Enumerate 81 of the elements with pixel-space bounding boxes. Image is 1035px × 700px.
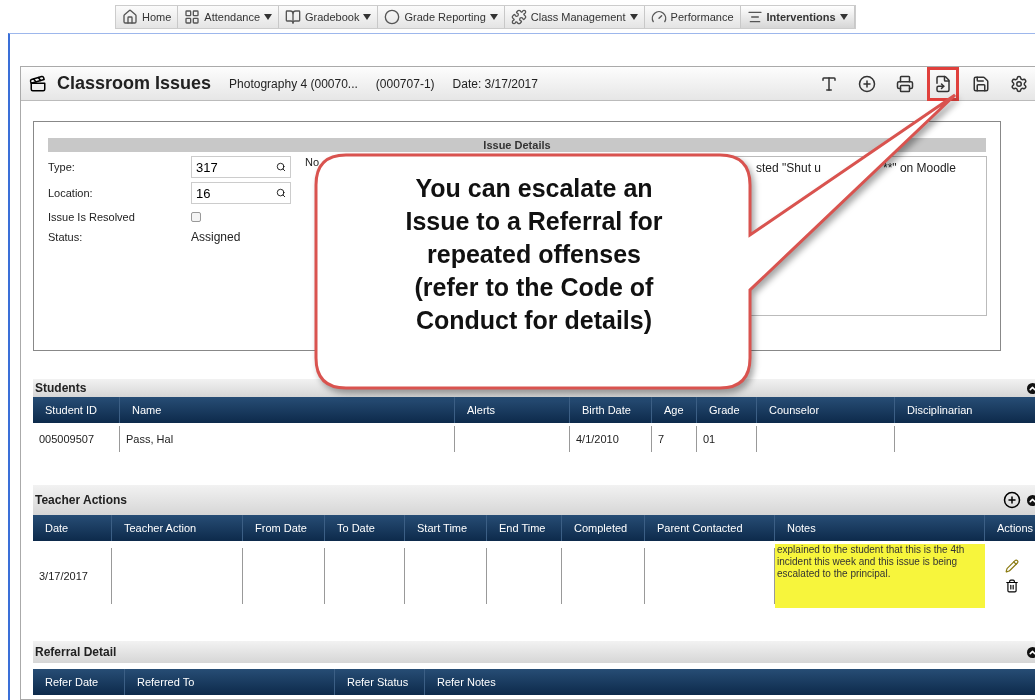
column-header[interactable]: Student ID: [33, 397, 120, 423]
column-header[interactable]: Counselor: [757, 397, 895, 423]
column-header[interactable]: Age: [652, 397, 697, 423]
column-header[interactable]: To Date: [325, 515, 405, 541]
caret-icon: [839, 13, 848, 20]
nav-item[interactable]: Interventions: [740, 5, 855, 28]
column-header[interactable]: Disciplinarian: [895, 397, 1035, 423]
caret-icon: [363, 13, 372, 20]
delete-icon[interactable]: [1004, 579, 1019, 593]
nav-item[interactable]: Attendance: [178, 5, 279, 28]
section-title: Students: [35, 381, 87, 395]
column-header[interactable]: Refer Notes: [425, 669, 1035, 695]
nav-item[interactable]: Home: [116, 5, 179, 28]
callout-text: You can escalate an Issue to a Referral for repeated offenses (refer to the Code of Conduct for details): [404, 173, 664, 336]
table-cell: 7: [652, 426, 697, 452]
clapperboard-icon: [29, 74, 47, 93]
search-icon: [276, 188, 286, 198]
toolbar-button[interactable]: [927, 66, 959, 101]
document-icon: [934, 74, 952, 93]
edit-icon[interactable]: [1004, 559, 1019, 573]
section-title: Teacher Actions: [35, 493, 128, 507]
caret-icon: [264, 13, 272, 20]
field-label: Issue Is Resolved: [48, 211, 136, 223]
table-cell: 4/1/2010: [570, 426, 652, 452]
table-cell: 005009507: [33, 426, 120, 452]
gauge-icon: [650, 8, 667, 25]
settings-icon: [1010, 74, 1028, 93]
table-cell: Pass, Hal: [120, 426, 455, 452]
field-value: Assigned: [191, 230, 242, 244]
nav-item[interactable]: Performance: [644, 5, 741, 28]
field-label: Type:: [48, 161, 76, 173]
search-icon: [276, 162, 286, 172]
nav-item[interactable]: Class Management: [504, 5, 645, 28]
circle-icon: [384, 8, 401, 25]
field-label: No: [305, 156, 321, 170]
text-icon: [820, 74, 838, 93]
checkbox[interactable]: [191, 212, 201, 222]
collapse-icon[interactable]: [1027, 494, 1035, 506]
section-id: (000707-1): [375, 76, 435, 91]
column-header[interactable]: Refer Status: [335, 669, 425, 695]
column-header[interactable]: Actions: [985, 515, 1035, 541]
field-label: Location:: [48, 187, 94, 199]
add-icon: [858, 74, 876, 93]
column-header[interactable]: Refer Date: [33, 669, 125, 695]
table-cell: 01: [697, 426, 757, 452]
printer-icon: [896, 74, 914, 93]
page-title: Classroom Issues: [57, 73, 212, 94]
caret-icon: [489, 13, 498, 20]
save-icon: [972, 74, 990, 93]
lookup-field[interactable]: 16: [191, 182, 291, 204]
column-header[interactable]: Teacher Action: [112, 515, 243, 541]
section-name: Photography 4 (00070...: [229, 76, 358, 91]
column-header[interactable]: Referred To: [125, 669, 335, 695]
column-header[interactable]: Name: [120, 397, 455, 423]
book-icon: [285, 8, 301, 25]
home-icon: [122, 8, 138, 25]
column-header[interactable]: Birth Date: [570, 397, 652, 423]
field-label: Status:: [48, 231, 84, 243]
section-title: Referral Detail: [35, 645, 117, 659]
collapse-icon[interactable]: [1027, 382, 1035, 394]
column-header[interactable]: Grade: [697, 397, 757, 423]
date-label: Date: 3/17/2017: [452, 76, 538, 91]
caret-icon: [629, 13, 638, 20]
column-header[interactable]: Start Time: [405, 515, 487, 541]
add-icon[interactable]: [1003, 491, 1021, 509]
collapse-icon[interactable]: [1027, 646, 1035, 658]
column-header[interactable]: Date: [33, 515, 112, 541]
table-cell: 3/17/2017: [33, 548, 112, 604]
nav-item[interactable]: Gradebook: [279, 5, 379, 28]
column-header[interactable]: Parent Contacted: [645, 515, 775, 541]
puzzle-icon: [510, 8, 527, 25]
column-header[interactable]: Notes: [775, 515, 985, 541]
column-header[interactable]: End Time: [487, 515, 562, 541]
note-text: explained to the student that this is the 4th incident this week and this issue is being escalated to the principal.: [775, 544, 985, 608]
lookup-field[interactable]: 317: [191, 156, 291, 178]
column-header[interactable]: From Date: [243, 515, 325, 541]
column-header[interactable]: Alerts: [455, 397, 570, 423]
nav-item[interactable]: Grade Reporting: [378, 5, 505, 28]
section-heading: Issue Details: [48, 138, 986, 152]
column-header[interactable]: Completed: [562, 515, 645, 541]
grid-icon: [184, 8, 201, 25]
